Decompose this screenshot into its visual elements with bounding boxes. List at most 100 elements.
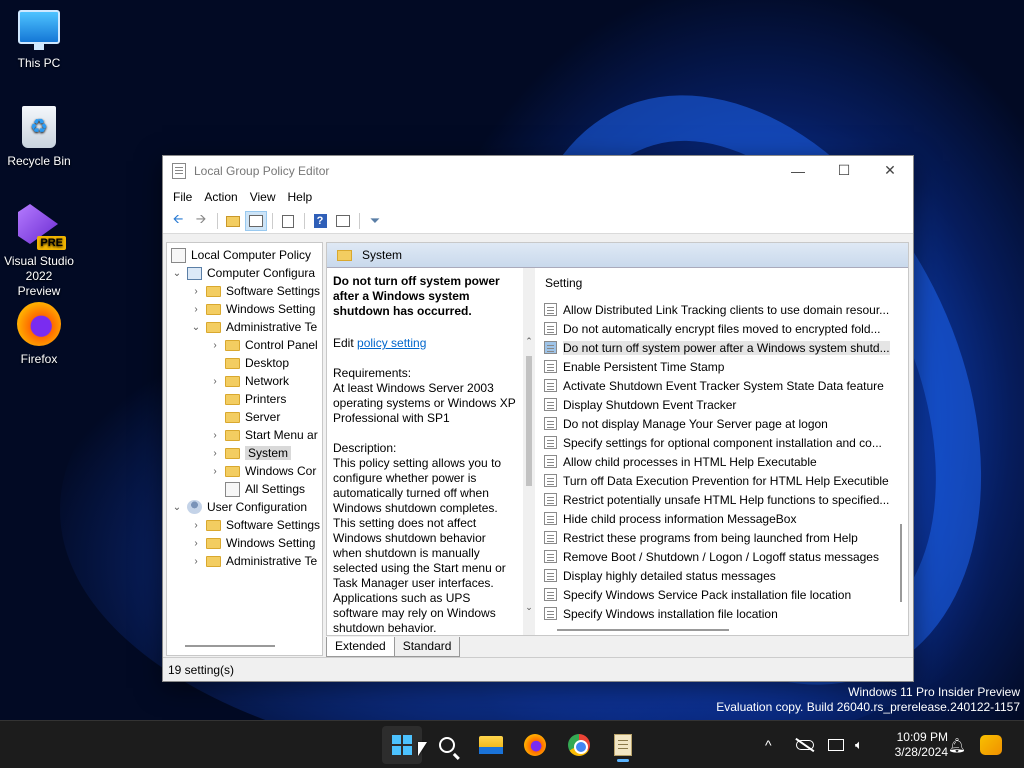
folder-icon — [206, 285, 221, 297]
list-horizontal-scrollbar[interactable] — [557, 629, 729, 631]
setting-row[interactable]: Hide child process information MessageBo… — [539, 509, 901, 528]
tree-item[interactable]: ⌄ User Configuration — [167, 498, 322, 516]
back-arrow-icon[interactable]: 🡨 — [167, 211, 189, 231]
help-icon[interactable]: ? — [309, 211, 331, 231]
firefox-button[interactable] — [515, 726, 555, 764]
chevron-right-icon[interactable]: › — [190, 556, 202, 567]
extended-scrollbar[interactable]: ⌃ ⌄ — [523, 268, 535, 635]
chrome-button[interactable] — [559, 726, 599, 764]
tree-item[interactable]: › Control Panel — [167, 336, 322, 354]
tree-item-label: Local Computer Policy — [191, 248, 312, 262]
tree-item[interactable]: › System — [167, 444, 322, 462]
setting-row[interactable]: Specify Windows installation file locati… — [539, 604, 901, 623]
list-vertical-scrollbar[interactable] — [900, 524, 902, 602]
search-button[interactable] — [427, 726, 467, 764]
start-icon — [392, 735, 412, 755]
minimize-button[interactable]: — — [775, 156, 821, 185]
tree-item[interactable]: › Windows Setting — [167, 300, 322, 318]
menu-help[interactable]: Help — [282, 190, 319, 204]
group-policy-editor-taskbar-button[interactable] — [603, 726, 643, 764]
setting-row[interactable]: Enable Persistent Time Stamp — [539, 357, 901, 376]
copilot-button[interactable] — [980, 721, 1002, 768]
setting-row[interactable]: Remove Boot / Shutdown / Logon / Logoff … — [539, 547, 901, 566]
tab-extended[interactable]: Extended — [326, 637, 395, 657]
setting-row[interactable]: Do not automatically encrypt files moved… — [539, 319, 901, 338]
tree-item[interactable]: › Start Menu ar — [167, 426, 322, 444]
tree-item[interactable]: › Windows Cor — [167, 462, 322, 480]
tree-item[interactable]: › Network — [167, 372, 322, 390]
tree-item[interactable]: › Software Settings — [167, 282, 322, 300]
title-bar[interactable]: Local Group Policy Editor — ☐ ✕ — [163, 156, 913, 185]
desktop-icon-this-pc[interactable]: This PC — [4, 10, 74, 70]
forward-arrow-icon[interactable]: 🡪 — [190, 211, 212, 231]
export-list-icon[interactable] — [277, 211, 299, 231]
tree-item[interactable]: › Administrative Te — [167, 552, 322, 570]
folder-icon — [225, 429, 240, 441]
tree-item[interactable]: Printers — [167, 390, 322, 408]
file-explorer-button[interactable] — [471, 726, 511, 764]
chevron-down-icon[interactable]: ⌄ — [190, 322, 202, 333]
setting-row[interactable]: Restrict these programs from being launc… — [539, 528, 901, 547]
chevron-right-icon[interactable]: › — [209, 466, 221, 477]
tree-item[interactable]: › Software Settings — [167, 516, 322, 534]
setting-row[interactable]: Allow child processes in HTML Help Execu… — [539, 452, 901, 471]
maximize-button[interactable]: ☐ — [821, 156, 867, 185]
show-hide-tree-icon[interactable] — [245, 211, 267, 231]
chevron-right-icon[interactable]: › — [209, 448, 221, 459]
menu-action[interactable]: Action — [198, 190, 243, 204]
network-tray-button[interactable] — [828, 721, 844, 768]
desktop-icon-firefox[interactable]: Firefox — [4, 302, 74, 366]
setting-row[interactable]: Restrict potentially unsafe HTML Help fu… — [539, 490, 901, 509]
scroll-down-icon[interactable]: ⌄ — [523, 602, 535, 613]
setting-row[interactable]: Do not turn off system power after a Win… — [539, 338, 901, 357]
onedrive-tray-button[interactable] — [795, 721, 815, 768]
chevron-down-icon[interactable]: ⌄ — [171, 268, 183, 279]
desktop-icon-visual-studio[interactable]: PRE Visual Studio 2022 Preview — [4, 204, 74, 299]
file-explorer-icon — [479, 736, 503, 754]
menu-view[interactable]: View — [244, 190, 282, 204]
start-button[interactable] — [382, 726, 422, 764]
tray-overflow-button[interactable]: ^ — [765, 721, 772, 768]
tree-item[interactable]: › Windows Setting — [167, 534, 322, 552]
setting-row[interactable]: Activate Shutdown Event Tracker System S… — [539, 376, 901, 395]
notifications-button[interactable]: 🔔︎ — [948, 721, 966, 768]
close-button[interactable]: ✕ — [867, 156, 913, 185]
edit-policy-setting-link[interactable]: policy setting — [357, 336, 426, 350]
taskbar: ^ 🔈︎ 10:09 PM 3/28/2024 🔔︎ — [0, 720, 1024, 768]
chevron-right-icon[interactable]: › — [190, 520, 202, 531]
setting-row[interactable]: Allow Distributed Link Tracking clients … — [539, 300, 901, 319]
tree-item[interactable]: All Settings — [167, 480, 322, 498]
setting-row[interactable]: Display Shutdown Event Tracker — [539, 395, 901, 414]
chevron-down-icon[interactable]: ⌄ — [171, 502, 183, 513]
chevron-right-icon[interactable]: › — [190, 538, 202, 549]
up-folder-icon[interactable] — [222, 211, 244, 231]
filter-icon[interactable]: ⏷ — [364, 211, 386, 231]
requirements-label: Requirements: — [333, 366, 412, 380]
chevron-right-icon[interactable]: › — [209, 430, 221, 441]
tree-item[interactable]: Desktop — [167, 354, 322, 372]
setting-row[interactable]: Do not display Manage Your Server page a… — [539, 414, 901, 433]
tree-horizontal-scrollbar[interactable] — [185, 645, 275, 647]
tree-item-label: Administrative Te — [226, 554, 318, 568]
scroll-up-icon[interactable]: ⌃ — [523, 336, 535, 347]
chevron-right-icon[interactable]: › — [209, 340, 221, 351]
tree-item[interactable]: ⌄ Computer Configura — [167, 264, 322, 282]
clock[interactable]: 10:09 PM 3/28/2024 — [882, 730, 948, 760]
tree-item[interactable]: ⌄ Administrative Te — [167, 318, 322, 336]
chevron-right-icon[interactable]: › — [209, 376, 221, 387]
desktop-icon-recycle-bin[interactable]: ♻ Recycle Bin — [4, 106, 74, 168]
properties-icon[interactable] — [332, 211, 354, 231]
scroll-thumb[interactable] — [526, 356, 532, 486]
tree-item[interactable]: Server — [167, 408, 322, 426]
setting-row[interactable]: Display highly detailed status messages — [539, 566, 901, 585]
setting-row[interactable]: Turn off Data Execution Prevention for H… — [539, 471, 901, 490]
chevron-right-icon[interactable]: › — [190, 304, 202, 315]
chevron-right-icon[interactable]: › — [190, 286, 202, 297]
tab-standard[interactable]: Standard — [393, 637, 461, 657]
tree-item[interactable]: Local Computer Policy — [167, 246, 322, 264]
setting-row[interactable]: Specify settings for optional component … — [539, 433, 901, 452]
setting-row[interactable]: Specify Windows Service Pack installatio… — [539, 585, 901, 604]
volume-tray-button[interactable]: 🔈︎ — [855, 721, 863, 768]
menu-file[interactable]: File — [167, 190, 198, 204]
column-header-setting[interactable]: Setting — [539, 268, 901, 300]
